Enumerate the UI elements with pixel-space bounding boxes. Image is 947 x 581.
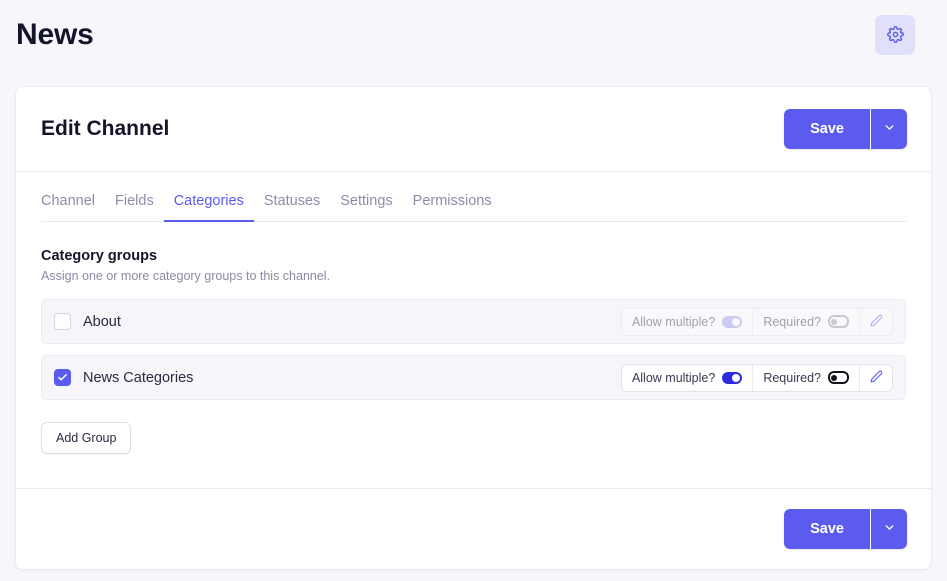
tab-categories[interactable]: Categories	[163, 193, 254, 222]
card-footer: Save	[16, 488, 931, 569]
save-split-button-bottom: Save	[784, 509, 907, 549]
tab-settings[interactable]: Settings	[330, 193, 402, 221]
chevron-down-icon	[883, 521, 896, 537]
card-header: Edit Channel Save	[16, 87, 931, 172]
group-checkbox-news-categories[interactable]	[54, 369, 71, 386]
gear-icon	[886, 26, 904, 43]
edit-channel-card: Edit Channel Save Channel Fields Categor…	[15, 86, 932, 570]
edit-group-button-news-categories[interactable]	[860, 364, 892, 391]
chevron-down-icon	[883, 121, 896, 137]
save-button-top[interactable]: Save	[784, 109, 870, 149]
required-label-about: Required?	[763, 314, 821, 329]
allow-multiple-switch-about	[722, 315, 743, 328]
required-label-news-categories: Required?	[763, 370, 821, 385]
category-group-row-news-categories[interactable]: News Categories Allow multiple? Required…	[41, 355, 906, 400]
allow-multiple-switch-news-categories	[722, 371, 743, 384]
save-button-bottom[interactable]: Save	[784, 509, 870, 549]
group-controls-about: Allow multiple? Required?	[620, 307, 893, 336]
page-title: News	[16, 17, 94, 51]
section-subtitle: Assign one or more category groups to th…	[41, 269, 331, 283]
card-body: Category groups Assign one or more categ…	[16, 222, 931, 488]
pencil-icon	[870, 370, 883, 386]
edit-group-button-about[interactable]	[860, 308, 892, 335]
allow-multiple-toggle-news-categories[interactable]: Allow multiple?	[621, 364, 754, 391]
pencil-icon	[870, 314, 883, 330]
required-switch-about	[828, 315, 849, 328]
allow-multiple-label-news-categories: Allow multiple?	[631, 370, 716, 385]
group-checkbox-about[interactable]	[54, 313, 71, 330]
save-dropdown-button-bottom[interactable]	[870, 509, 907, 549]
required-switch-news-categories	[828, 371, 849, 384]
tab-permissions[interactable]: Permissions	[403, 193, 502, 221]
card-title: Edit Channel	[41, 117, 170, 140]
tab-channel[interactable]: Channel	[41, 193, 105, 221]
required-toggle-about[interactable]: Required?	[753, 308, 860, 335]
allow-multiple-label-about: Allow multiple?	[631, 314, 716, 329]
tab-bar: Channel Fields Categories Statuses Setti…	[41, 174, 906, 222]
save-split-button-top: Save	[784, 109, 907, 149]
tab-statuses[interactable]: Statuses	[254, 193, 330, 221]
group-label-news-categories: News Categories	[83, 369, 194, 386]
tabs-wrap: Channel Fields Categories Statuses Setti…	[16, 174, 931, 222]
group-row-left: News Categories	[54, 369, 193, 386]
required-toggle-news-categories[interactable]: Required?	[753, 364, 860, 391]
group-controls-news-categories: Allow multiple? Required?	[620, 363, 893, 392]
app-page: News Edit Channel Save Channel Fields Ca…	[0, 0, 947, 581]
section-title: Category groups	[41, 248, 158, 264]
group-row-left: About	[54, 313, 121, 330]
add-group-button[interactable]: Add Group	[41, 422, 132, 454]
save-dropdown-button-top[interactable]	[870, 109, 907, 149]
category-group-row-about[interactable]: About Allow multiple? Required?	[41, 299, 906, 344]
settings-button[interactable]	[875, 14, 915, 55]
tab-fields[interactable]: Fields	[105, 193, 164, 221]
group-label-about: About	[83, 313, 121, 330]
page-header: News	[0, 0, 947, 69]
allow-multiple-toggle-about[interactable]: Allow multiple?	[621, 308, 754, 335]
